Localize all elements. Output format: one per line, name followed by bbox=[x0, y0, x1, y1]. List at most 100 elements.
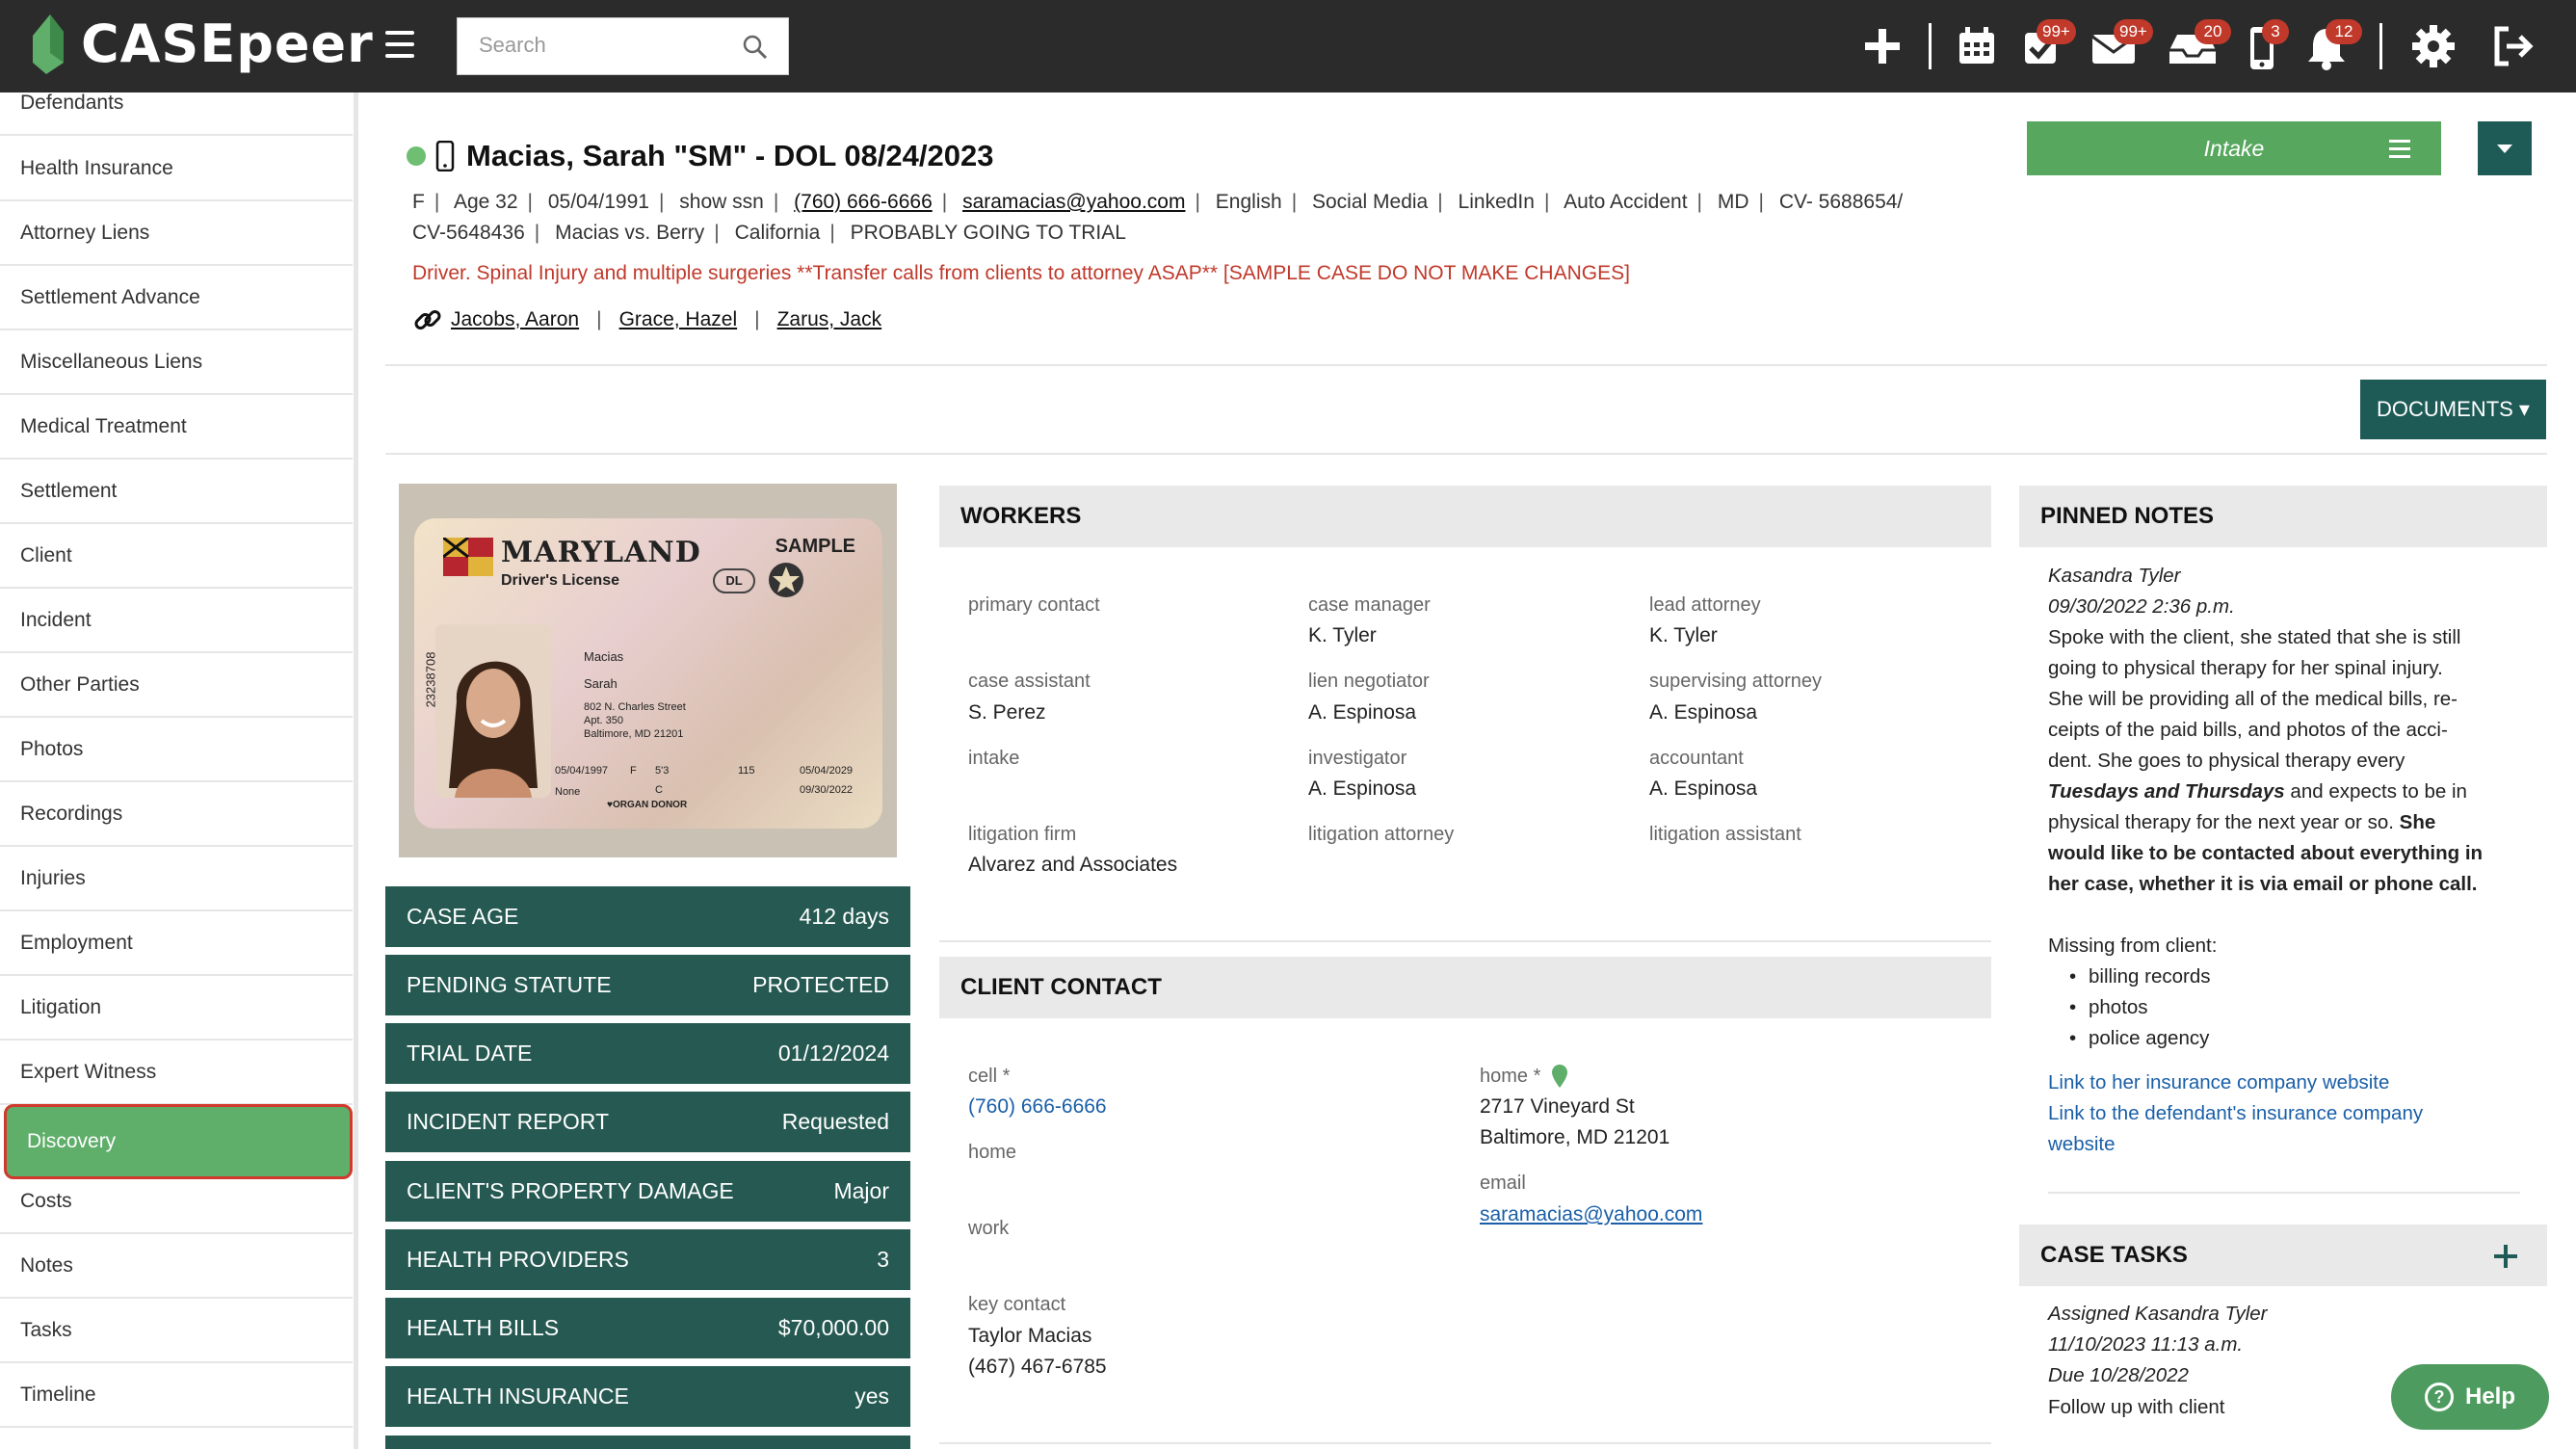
case-outlook: PROBABLY GOING TO TRIAL bbox=[850, 222, 1126, 244]
sidebar-item-settlement[interactable]: Settlement bbox=[0, 460, 353, 524]
casepeer-logo[interactable]: CASEpeer bbox=[25, 13, 374, 74]
defendant-insurance-link[interactable]: Link to the defendant's insurance compan… bbox=[2048, 1102, 2423, 1125]
sidebar-item-litigation[interactable]: Litigation bbox=[0, 976, 353, 1041]
worker-value[interactable]: A. Espinosa bbox=[1649, 701, 1757, 724]
email-link[interactable]: saramacias@yahoo.com bbox=[1480, 1203, 1702, 1226]
case-caption: Macias vs. Berry bbox=[555, 222, 705, 244]
inbox-badge: 20 bbox=[2195, 19, 2231, 44]
mail-button[interactable]: 99+ bbox=[2089, 19, 2153, 69]
stat-health-providers[interactable]: HEALTH PROVIDERS 3 bbox=[385, 1229, 910, 1290]
documents-button[interactable]: DOCUMENTS ▾ bbox=[2360, 380, 2546, 439]
leaf-logo-icon bbox=[33, 13, 64, 74]
divider bbox=[385, 364, 2547, 366]
sidebar-item-settlement-advance[interactable]: Settlement Advance bbox=[0, 266, 353, 330]
key-contact-phone[interactable]: (467) 467-6785 bbox=[968, 1356, 1107, 1379]
worker-value[interactable]: Alvarez and Associates bbox=[968, 854, 1177, 877]
sidebar-item-client[interactable]: Client bbox=[0, 524, 353, 589]
license-type: Driver's License bbox=[501, 572, 619, 589]
show-ssn-link[interactable]: show ssn bbox=[679, 191, 764, 213]
sidebar-item-notes[interactable]: Notes bbox=[0, 1234, 353, 1299]
menu-toggle-icon[interactable] bbox=[385, 31, 414, 58]
toolbar-separator bbox=[2379, 23, 2382, 69]
map-pin-icon[interactable] bbox=[1551, 1064, 1568, 1089]
stat-trial-date[interactable]: TRIAL DATE 01/12/2024 bbox=[385, 1023, 910, 1084]
phone-messages-button[interactable]: 3 bbox=[2245, 19, 2289, 73]
case-status-button[interactable]: Intake bbox=[2027, 121, 2441, 175]
email-label: email bbox=[1480, 1172, 1526, 1194]
sidebar-item-injuries[interactable]: Injuries bbox=[0, 847, 353, 911]
logout-icon[interactable] bbox=[2489, 23, 2536, 69]
worker-label: intake bbox=[968, 748, 1020, 769]
sidebar-item-costs[interactable]: Costs bbox=[0, 1170, 353, 1234]
related-person-link[interactable]: Jacobs, Aaron bbox=[451, 308, 579, 331]
stat-value: Requested bbox=[781, 1109, 889, 1134]
stat-pending-statute[interactable]: PENDING STATUTE PROTECTED bbox=[385, 955, 910, 1015]
sidebar-item-tasks[interactable]: Tasks bbox=[0, 1299, 353, 1363]
mail-badge: 99+ bbox=[2114, 19, 2153, 44]
inbox-button[interactable]: 20 bbox=[2166, 19, 2231, 69]
sidebar-item-other-parties[interactable]: Other Parties bbox=[0, 653, 353, 718]
home-phone-label: home bbox=[968, 1142, 1017, 1163]
sidebar-item-attorney-liens[interactable]: Attorney Liens bbox=[0, 201, 353, 266]
sidebar-item-employment[interactable]: Employment bbox=[0, 911, 353, 976]
client-dob: 05/04/1991 bbox=[547, 191, 649, 213]
related-person-link[interactable]: Grace, Hazel bbox=[619, 308, 738, 331]
stat-case-age[interactable]: CASE AGE 412 days bbox=[385, 886, 910, 947]
insurance-website-link[interactable]: Link to her insurance company website bbox=[2048, 1071, 2389, 1094]
help-button[interactable]: ? Help bbox=[2391, 1364, 2549, 1430]
stat-incident-report[interactable]: INCIDENT REPORT Requested bbox=[385, 1092, 910, 1152]
worker-value[interactable]: S. Perez bbox=[968, 701, 1046, 724]
divider bbox=[939, 940, 1991, 942]
sidebar-item-incident[interactable]: Incident bbox=[0, 589, 353, 653]
stat-value: 3 bbox=[877, 1247, 889, 1272]
gear-icon[interactable] bbox=[2410, 23, 2457, 69]
worker-value[interactable]: K. Tyler bbox=[1308, 624, 1377, 647]
related-person-link[interactable]: Zarus, Jack bbox=[777, 308, 882, 331]
task-description[interactable]: Follow up with client bbox=[2048, 1396, 2224, 1419]
pinned-notes-heading: PINNED NOTES bbox=[2019, 486, 2547, 547]
worker-value[interactable]: A. Espinosa bbox=[1308, 701, 1416, 724]
cell-phone-link[interactable]: (760) 666-6666 bbox=[968, 1095, 1107, 1119]
stat-value: 412 days bbox=[799, 904, 889, 929]
sidebar-item-discovery[interactable]: Discovery bbox=[4, 1104, 353, 1179]
case-actions-dropdown-button[interactable] bbox=[2478, 121, 2532, 175]
worker-value[interactable]: A. Espinosa bbox=[1308, 777, 1416, 801]
tasks-button[interactable]: 99+ bbox=[2019, 19, 2076, 69]
stat-health-bills[interactable]: HEALTH BILLS $70,000.00 bbox=[385, 1298, 910, 1358]
search-icon[interactable] bbox=[742, 34, 769, 61]
search-input[interactable] bbox=[458, 18, 727, 72]
stat-value: 01/12/2024 bbox=[777, 1041, 889, 1066]
license-address-2: Apt. 350 bbox=[584, 715, 623, 726]
license-class: C bbox=[655, 784, 663, 796]
stat-property-damage[interactable]: CLIENT'S PROPERTY DAMAGE Major bbox=[385, 1161, 910, 1222]
sidebar-item-health-insurance[interactable]: Health Insurance bbox=[0, 137, 353, 201]
portrait-photo bbox=[435, 624, 551, 798]
calendar-icon[interactable] bbox=[1954, 23, 2000, 69]
sidebar-item-expert-witness[interactable]: Expert Witness bbox=[0, 1041, 353, 1105]
sidebar-item-defendants[interactable]: Defendants bbox=[0, 71, 353, 136]
tasks-badge: 99+ bbox=[2037, 19, 2076, 44]
add-task-plus-icon[interactable] bbox=[2493, 1244, 2518, 1269]
sidebar-item-medical-treatment[interactable]: Medical Treatment bbox=[0, 395, 353, 460]
note-text-line: going to physical therapy for her spinal… bbox=[2048, 657, 2443, 679]
sidebar-item-timeline[interactable]: Timeline bbox=[0, 1363, 353, 1428]
sidebar-item-recordings[interactable]: Recordings bbox=[0, 782, 353, 847]
note-text-line: ceipts of the paid bills, and photos of … bbox=[2048, 719, 2448, 741]
notifications-button[interactable]: 12 bbox=[2304, 19, 2362, 73]
stat-health-insurance[interactable]: HEALTH INSURANCE yes bbox=[385, 1366, 910, 1427]
client-phone-link[interactable]: (760) 666-6666 bbox=[794, 191, 933, 213]
defendant-insurance-link-cont[interactable]: website bbox=[2048, 1133, 2116, 1156]
drivers-license-image[interactable]: MARYLAND Driver's License SAMPLE DL 2323… bbox=[399, 484, 897, 857]
worker-value[interactable]: A. Espinosa bbox=[1649, 777, 1757, 801]
license-state: MARYLAND bbox=[501, 536, 701, 569]
sidebar-item-miscellaneous-liens[interactable]: Miscellaneous Liens bbox=[0, 330, 353, 395]
sidebar-item-photos[interactable]: Photos bbox=[0, 718, 353, 782]
note-bold-text: She bbox=[2399, 811, 2436, 833]
client-age: Age 32 bbox=[453, 191, 518, 213]
worker-label: lead attorney bbox=[1649, 594, 1761, 616]
plus-icon[interactable] bbox=[1859, 23, 1906, 69]
worker-label: litigation assistant bbox=[1649, 824, 1801, 845]
stat-value: PROTECTED bbox=[752, 972, 889, 997]
worker-value[interactable]: K. Tyler bbox=[1649, 624, 1718, 647]
client-email-link[interactable]: saramacias@yahoo.com bbox=[962, 191, 1185, 213]
